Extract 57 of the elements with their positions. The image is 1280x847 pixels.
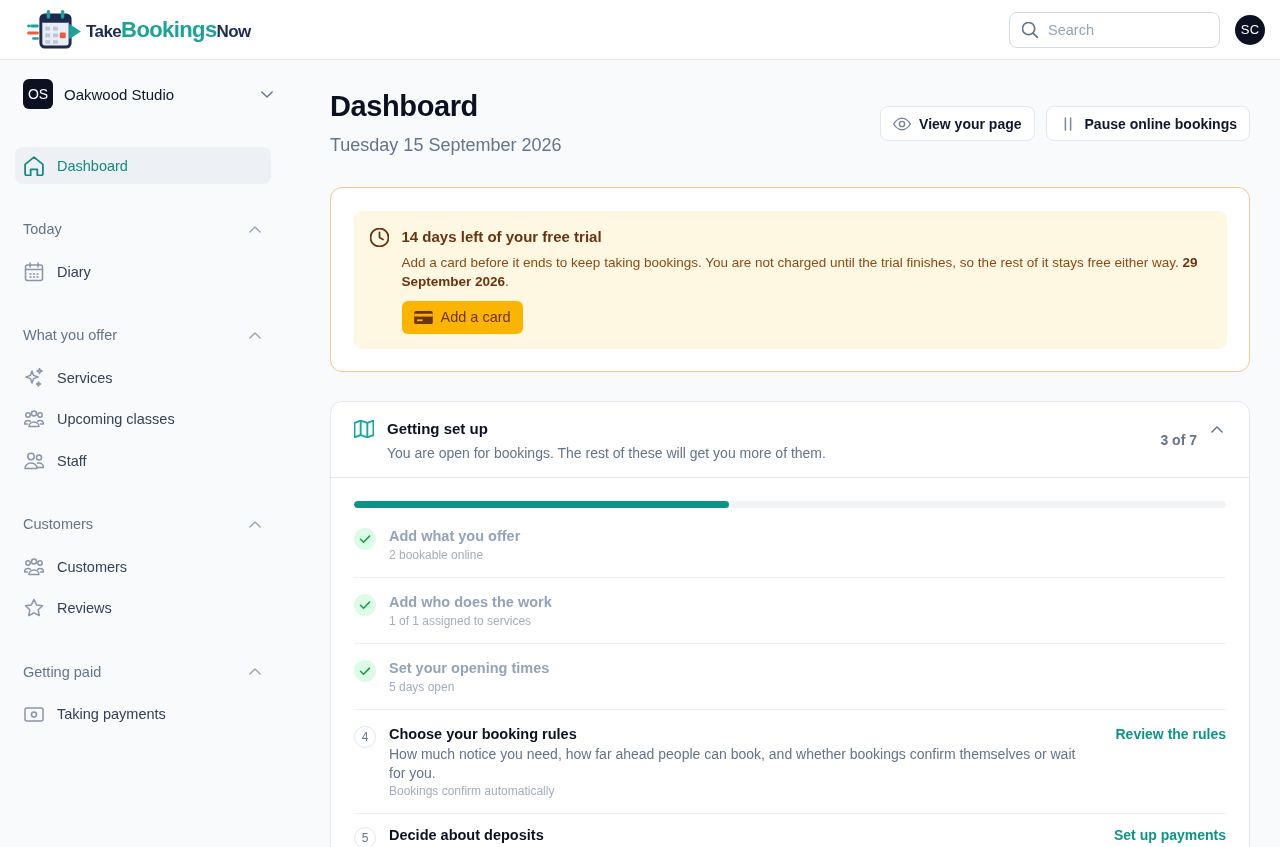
eye-icon	[893, 116, 912, 131]
nav-item[interactable]: Taking payments	[15, 695, 271, 733]
section-heading[interactable]: Customers	[15, 514, 271, 534]
logo-wordmark: TakeBookingsNow	[86, 18, 251, 41]
step-note: Bookings confirm automatically	[389, 783, 556, 800]
nav-item[interactable]: Customers	[15, 548, 271, 585]
page-title: Dashboard	[330, 89, 479, 124]
step-title: Decide about deposits	[389, 826, 545, 844]
cash-icon	[24, 704, 44, 724]
calendar-logo-icon	[27, 9, 82, 50]
chevron-down-icon	[261, 90, 273, 98]
step-description: How much notice you need, how far ahead people can book, and whether bookings confirm themselves or wait for you.	[389, 745, 1077, 783]
calendar-icon	[24, 261, 44, 282]
step-title: Choose your booking rules	[389, 725, 578, 743]
search-icon	[1022, 21, 1038, 38]
nav-item[interactable]: Reviews	[15, 589, 271, 627]
step-link[interactable]: Review the rules	[1091, 725, 1226, 743]
trial-message: Add a card before it ends to keep taking bookings. You are not charged until the trial finishes, so the rest of it stays free either way. 29 September 2026.	[401, 253, 1199, 291]
nav-item[interactable]: Staff	[15, 442, 271, 479]
step-count: 3 of 7	[1160, 432, 1197, 448]
add-card-button[interactable]: Add a card	[401, 300, 523, 334]
step-title: Set your opening times	[389, 659, 551, 677]
step-number: 5	[354, 827, 376, 847]
sparkles-icon	[24, 367, 44, 388]
step-number: 4	[354, 726, 376, 748]
nav-item[interactable]: Diary	[15, 253, 271, 290]
step-note: 1 of 1 assigned to services	[389, 613, 533, 630]
search-field[interactable]: Search	[1009, 11, 1220, 48]
clock-icon	[369, 227, 389, 247]
people-icon	[24, 450, 44, 471]
section-heading[interactable]: Today	[15, 219, 271, 239]
workspace-switcher[interactable]: OS Oakwood Studio	[15, 79, 271, 109]
step-title: Add who does the work	[389, 593, 553, 611]
star-icon	[24, 598, 44, 618]
setup-subtitle: You are open for bookings. The rest of these will get you more of them.	[387, 444, 827, 463]
nav-item[interactable]: Upcoming classes	[15, 400, 271, 438]
nav-item[interactable]: Dashboard	[15, 147, 271, 184]
section-heading[interactable]: What you offer	[15, 325, 271, 345]
credit-card-icon	[413, 310, 433, 324]
nav-item[interactable]: Services	[15, 359, 271, 396]
view-page-button[interactable]: View your page	[880, 106, 1035, 141]
map-icon	[354, 420, 374, 438]
section-heading[interactable]: Getting paid	[15, 661, 271, 682]
setup-title: Getting set up	[387, 419, 489, 439]
group-icon	[24, 409, 44, 429]
page-date: Tuesday 15 September 2026	[330, 134, 562, 157]
home-icon	[24, 155, 44, 176]
workspace-avatar: OS	[23, 79, 53, 109]
trial-title: 14 days left of your free trial	[401, 226, 603, 247]
step-link[interactable]: Set up payments	[1089, 826, 1226, 844]
group-icon	[24, 556, 44, 577]
step-title: Add what you offer	[389, 527, 522, 545]
step-note: 5 days open	[389, 679, 456, 696]
step-note: 2 bookable online	[389, 547, 485, 564]
user-avatar[interactable]: SC	[1235, 14, 1265, 45]
pause-bookings-button[interactable]: Pause online bookings	[1045, 106, 1250, 141]
chevron-up-icon[interactable]	[1211, 426, 1223, 433]
